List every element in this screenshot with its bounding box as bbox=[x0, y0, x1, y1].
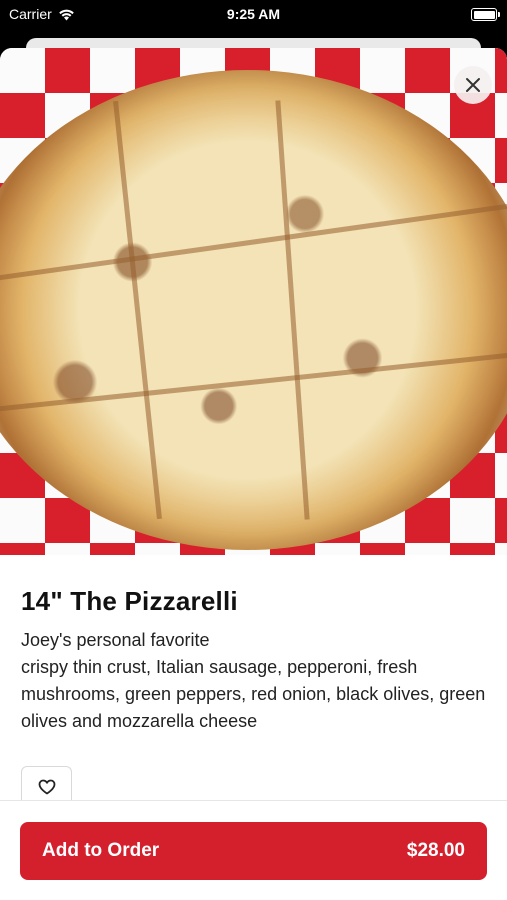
slice-cut bbox=[113, 100, 162, 520]
item-description: Joey's personal favorite crispy thin cru… bbox=[21, 627, 491, 735]
item-detail-sheet: 14" The Pizzarelli Joey's personal favor… bbox=[0, 48, 507, 900]
description-line: crispy thin crust, Italian sausage, pepp… bbox=[21, 657, 486, 731]
status-time: 9:25 AM bbox=[226, 6, 281, 22]
price-label: $28.00 bbox=[406, 840, 465, 861]
description-line: Joey's personal favorite bbox=[21, 630, 210, 650]
footer: Add to Order $28.00 bbox=[0, 800, 507, 900]
slice-cut bbox=[0, 203, 507, 282]
pizza-image bbox=[0, 70, 507, 550]
item-title: 14" The Pizzarelli bbox=[21, 586, 238, 616]
close-icon bbox=[466, 78, 480, 92]
item-content: 14" The Pizzarelli Joey's personal favor… bbox=[21, 586, 491, 735]
pizza-photo bbox=[0, 48, 507, 555]
add-to-order-label: Add to Order bbox=[42, 840, 160, 861]
battery-icon bbox=[471, 8, 500, 21]
add-to-order-button[interactable]: Add to Order $28.00 bbox=[20, 822, 487, 880]
close-button[interactable] bbox=[454, 66, 492, 104]
slice-cut bbox=[275, 100, 310, 520]
heart-icon bbox=[38, 779, 55, 794]
slice-cut bbox=[0, 352, 507, 413]
status-bar: Carrier 9:25 AM bbox=[0, 0, 507, 30]
